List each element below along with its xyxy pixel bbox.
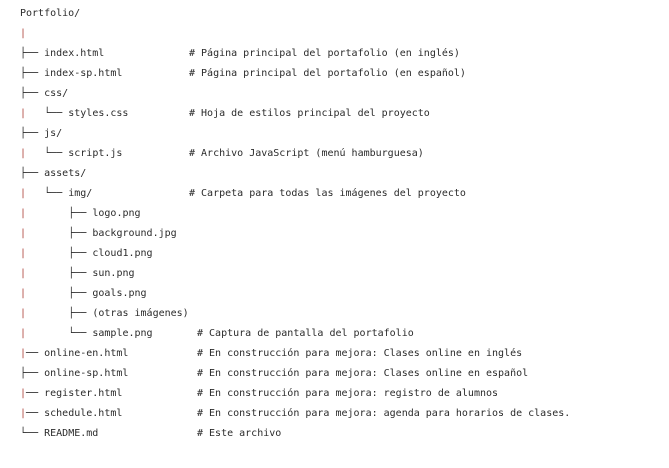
tree-entry-name: README.md bbox=[44, 428, 99, 439]
tree-entry-comment: # Este archivo bbox=[197, 428, 282, 439]
tree-row: Portfolio/ bbox=[20, 4, 189, 24]
tree-entry-comment: # En construcción para mejora: Clases on… bbox=[197, 348, 523, 359]
tree-pipe: | bbox=[20, 328, 27, 339]
tree-row: | └── sample.png # Captura de pantalla de… bbox=[20, 324, 414, 344]
tree-entry-name: assets/ bbox=[44, 168, 87, 179]
tree-pipe: | bbox=[20, 188, 27, 199]
tree-branch: ├── bbox=[20, 88, 39, 99]
tree-branch: | ├── bbox=[20, 288, 87, 299]
tree-row: ├── index.html # Página principal del por… bbox=[20, 44, 460, 64]
tree-branch: |── bbox=[20, 348, 39, 359]
tree-branch: | ├── bbox=[20, 308, 87, 319]
tree-entry-comment: # En construcción para mejora: agenda pa… bbox=[197, 408, 571, 419]
tree-branch: | ├── bbox=[20, 268, 87, 279]
tree-pipe: | bbox=[20, 228, 27, 239]
tree-pipe: | bbox=[20, 308, 27, 319]
tree-entry-comment: # En construcción para mejora: Clases on… bbox=[197, 368, 529, 379]
tree-entry-name: img/ bbox=[68, 188, 93, 199]
tree-entry-name: cloud1.png bbox=[92, 248, 153, 259]
tree-entry-name: schedule.html bbox=[44, 408, 123, 419]
tree-entry-comment: # Página principal del portafolio (en es… bbox=[189, 68, 466, 79]
tree-row: |── schedule.html # En construcción para … bbox=[20, 404, 570, 424]
tree-row: | ├── logo.png bbox=[20, 204, 189, 224]
tree-pipe: | bbox=[20, 288, 27, 299]
tree-branch: | ├── bbox=[20, 208, 87, 219]
tree-entry-name: sun.png bbox=[92, 268, 135, 279]
tree-row: | └── img/ # Carpeta para todas las imáge… bbox=[20, 184, 466, 204]
tree-branch: |── bbox=[20, 408, 39, 419]
tree-pipe: | bbox=[20, 348, 27, 359]
tree-row: | ├── background.jpg bbox=[20, 224, 189, 244]
tree-pipe: | bbox=[20, 28, 27, 39]
tree-entry-name: goals.png bbox=[92, 288, 147, 299]
tree-entry-name: index-sp.html bbox=[44, 68, 123, 79]
tree-row: | ├── sun.png bbox=[20, 264, 189, 284]
tree-pipe: | bbox=[20, 248, 27, 259]
tree-pipe: | bbox=[20, 148, 27, 159]
tree-branch: ├── bbox=[20, 168, 39, 179]
tree-row: ├── index-sp.html # Página principal del … bbox=[20, 64, 466, 84]
tree-entry-name: online-sp.html bbox=[44, 368, 129, 379]
file-tree: Portfolio/ | ├── index.html # Página princi… bbox=[20, 4, 570, 444]
tree-branch: ├── bbox=[20, 48, 39, 59]
tree-pipe: | bbox=[20, 208, 27, 219]
tree-row: ├── css/ bbox=[20, 84, 189, 104]
tree-branch: ├── bbox=[20, 368, 39, 379]
tree-row: |── register.html # En construcción para … bbox=[20, 384, 498, 404]
tree-entry-comment: # En construcción para mejora: registro … bbox=[197, 388, 499, 399]
tree-row: ├── js/ bbox=[20, 124, 189, 144]
tree-entry-name: background.jpg bbox=[92, 228, 177, 239]
tree-entry-name: js/ bbox=[44, 128, 63, 139]
tree-entry-comment: # Carpeta para todas las imágenes del pr… bbox=[189, 188, 466, 199]
tree-entry-comment: # Hoja de estilos principal del proyecto bbox=[189, 108, 430, 119]
tree-branch: | ├── bbox=[20, 228, 87, 239]
tree-branch: | └── bbox=[20, 328, 87, 339]
tree-entry-name: sample.png bbox=[92, 328, 153, 339]
tree-entry-name: Portfolio/ bbox=[20, 8, 81, 19]
tree-pipe: | bbox=[20, 388, 27, 399]
tree-branch: | ├── bbox=[20, 248, 87, 259]
tree-entry-name: styles.css bbox=[68, 108, 129, 119]
tree-entry-name: register.html bbox=[44, 388, 123, 399]
tree-entry-name: script.js bbox=[68, 148, 123, 159]
tree-pipe: | bbox=[20, 268, 27, 279]
tree-entry-name: (otras imágenes) bbox=[92, 308, 189, 319]
tree-row: | ├── goals.png bbox=[20, 284, 189, 304]
tree-row: └── README.md # Este archivo bbox=[20, 424, 281, 444]
tree-entry-name: index.html bbox=[44, 48, 105, 59]
tree-row: ├── online-sp.html # En construcción para… bbox=[20, 364, 528, 384]
tree-pipe: | bbox=[20, 108, 27, 119]
tree-branch: | └── bbox=[20, 108, 63, 119]
tree-entry-name: logo.png bbox=[92, 208, 141, 219]
tree-row: ├── assets/ bbox=[20, 164, 189, 184]
tree-row: | └── styles.css # Hoja de estilos princi… bbox=[20, 104, 430, 124]
tree-row: | └── script.js # Archivo JavaScript (men… bbox=[20, 144, 424, 164]
tree-entry-comment: # Página principal del portafolio (en in… bbox=[189, 48, 460, 59]
tree-entry-name: css/ bbox=[44, 88, 69, 99]
tree-branch: | └── bbox=[20, 188, 63, 199]
tree-entry-name: online-en.html bbox=[44, 348, 129, 359]
tree-branch: └── bbox=[20, 428, 39, 439]
tree-branch: ├── bbox=[20, 68, 39, 79]
tree-row: | ├── (otras imágenes) bbox=[20, 304, 189, 324]
tree-branch: |── bbox=[20, 388, 39, 399]
tree-entry-comment: # Captura de pantalla del portafolio bbox=[197, 328, 414, 339]
tree-row: |── online-en.html # En construcción para… bbox=[20, 344, 522, 364]
tree-row: | ├── cloud1.png bbox=[20, 244, 189, 264]
tree-pipe: | bbox=[20, 408, 27, 419]
tree-branch: | └── bbox=[20, 148, 63, 159]
tree-branch: | bbox=[20, 28, 26, 39]
tree-row: | bbox=[20, 24, 189, 44]
tree-entry-comment: # Archivo JavaScript (menú hamburguesa) bbox=[189, 148, 424, 159]
tree-branch: ├── bbox=[20, 128, 39, 139]
